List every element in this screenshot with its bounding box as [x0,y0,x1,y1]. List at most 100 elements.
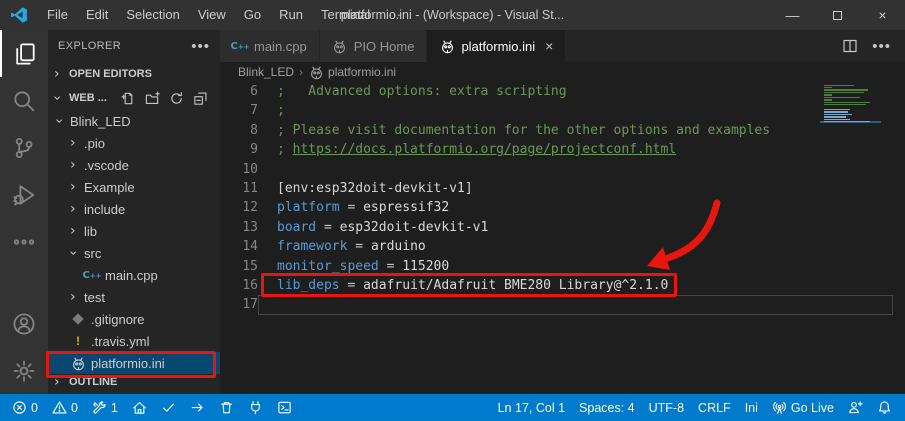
gitignore-file-icon [70,313,86,325]
git-branch-icon [15,137,33,158]
tree-item-src[interactable]: src [48,242,220,264]
code-line-14[interactable]: 14 framework = arduino [220,237,905,256]
code-line-11[interactable]: 11 [env:esp32doit-devkit-v1] [220,179,905,198]
status-pio-project-tasks[interactable]: 1 [85,394,125,421]
refresh-icon[interactable] [169,91,184,106]
breadcrumb-item[interactable]: Blink_LED [238,65,294,79]
status-feedback[interactable] [841,394,870,421]
code-line-13[interactable]: 13 board = esp32doit-devkit-v1 [220,218,905,237]
code-line-10[interactable]: 10 [220,160,905,179]
check-icon [162,403,174,412]
line-content: framework = arduino [277,239,426,255]
tab-platformio-ini[interactable]: platformio.ini × [427,30,567,62]
tree-item--travis-yml[interactable]: ! .travis.yml [48,330,220,352]
status-eol[interactable]: CRLF [691,394,738,421]
tree-item-include[interactable]: include [48,198,220,220]
tree-item-test[interactable]: test [48,286,220,308]
line-number: 13 [242,219,258,235]
status-pio-serial-monitor[interactable] [241,394,270,421]
code-line-6[interactable]: 6 ; Advanced options: extra scripting [220,82,905,101]
activity-more-views[interactable] [0,218,48,265]
tree-item--gitignore[interactable]: .gitignore [48,308,220,330]
status-pio-upload[interactable] [183,394,212,421]
line-content: lib_deps = adafruit/Adafruit BME280 Libr… [277,277,669,293]
activity-account[interactable] [0,300,48,347]
tab-pio-home[interactable]: PIO Home [319,30,428,62]
status-problems-warnings[interactable]: 0 [45,394,85,421]
minimize-button[interactable]: — [770,0,815,30]
tree-item-label: Blink_LED [70,113,131,129]
platformio-file-icon [332,39,348,54]
line-content: [env:esp32doit-devkit-v1] [277,180,473,196]
tab-label: main.cpp [254,38,307,54]
outline-section[interactable]: OUTLINE [48,370,220,394]
tree-item-lib[interactable]: lib [48,220,220,242]
pio-icon [334,40,346,53]
menu-terminal[interactable]: Terminal [312,0,379,30]
tree-item-label: src [84,245,102,261]
menu-edit[interactable]: Edit [77,0,117,30]
code-line-7[interactable]: 7; [220,101,905,120]
tree-item-label: test [84,289,105,305]
platformio-file-icon [70,356,86,371]
chevron-right-icon [70,157,82,173]
tree-item-example[interactable]: Example [48,176,220,198]
minimap[interactable] [820,84,881,125]
new-file-icon[interactable] [121,91,136,106]
code-line-9[interactable]: 9 ; https://docs.platformio.org/page/proj… [220,140,905,159]
code-line-15[interactable]: 15 monitor_speed = 115200 [220,257,905,276]
activity-source-control[interactable] [0,124,48,171]
activity-settings[interactable] [0,347,48,394]
tree-item-label: .pio [84,135,105,151]
status-go-live[interactable]: Go Live [765,394,841,421]
tab-close-icon[interactable]: × [545,38,553,54]
code-line-17[interactable]: 17 [220,295,905,314]
files-icon [16,43,35,64]
line-content: ; Please visit documentation for the oth… [277,122,771,138]
menu-run[interactable]: Run [270,0,312,30]
explorer-more-actions-icon[interactable]: ••• [191,38,210,55]
activity-run-debug[interactable] [0,171,48,218]
open-editors-section[interactable]: OPEN EDITORS [48,62,220,86]
close-button[interactable]: × [860,0,905,30]
cpp-file-icon: C++ [82,269,102,281]
status-notifications[interactable] [870,394,899,421]
code-editor[interactable]: 6 ; Advanced options: extra scripting 7; 8;… [220,82,905,394]
code-line-8[interactable]: 8 ; Please visit documentation for the ot… [220,121,905,140]
tree-item--vscode[interactable]: .vscode [48,154,220,176]
workspace-section[interactable]: WEB ... [48,86,220,110]
editor-more-actions-icon[interactable]: ••• [872,38,891,55]
status-pio-new-terminal[interactable] [270,394,299,421]
maximize-button[interactable] [815,0,860,30]
bell-icon [878,401,891,414]
split-editor-icon[interactable] [842,38,858,54]
tree-item-label: .travis.yml [91,333,150,349]
status-pio-build[interactable] [154,394,183,421]
new-folder-icon[interactable] [145,91,160,106]
status-pio-home[interactable] [125,394,154,421]
status-encoding[interactable]: UTF-8 [642,394,691,421]
status-cursor-position[interactable]: Ln 17, Col 1 [491,394,572,421]
code-line-16[interactable]: 16 lib_deps = adafruit/Adafruit BME280 Li… [220,276,905,295]
tab-main-cpp[interactable]: C++ main.cpp [220,30,320,62]
breadcrumb-item[interactable]: platformio.ini [308,65,396,80]
activity-explorer[interactable] [0,30,48,77]
line-content: ; https://docs.platformio.org/page/proje… [277,142,677,158]
status-pio-clean[interactable] [212,394,241,421]
status-problems-errors[interactable]: 0 [5,394,45,421]
tree-item-main-cpp[interactable]: C++ main.cpp [48,264,220,286]
tree-item--pio[interactable]: .pio [48,132,220,154]
activity-search[interactable] [0,77,48,124]
collapse-all-icon[interactable] [193,91,208,106]
menu-view[interactable]: View [189,0,235,30]
vscode-window: File Edit Selection View Go Run Terminal ··· pl… [0,0,905,421]
menu-go[interactable]: Go [235,0,270,30]
workspace-actions [121,91,216,106]
status-language-mode[interactable]: Ini [738,394,765,421]
menu-selection[interactable]: Selection [117,0,188,30]
tree-item-blink-led[interactable]: Blink_LED [48,110,220,132]
code-line-12[interactable]: 12 platform = espressif32 [220,198,905,217]
menu-file[interactable]: File [38,0,77,30]
status-indentation[interactable]: Spaces: 4 [572,394,642,421]
menu-more[interactable]: ··· [379,0,410,30]
